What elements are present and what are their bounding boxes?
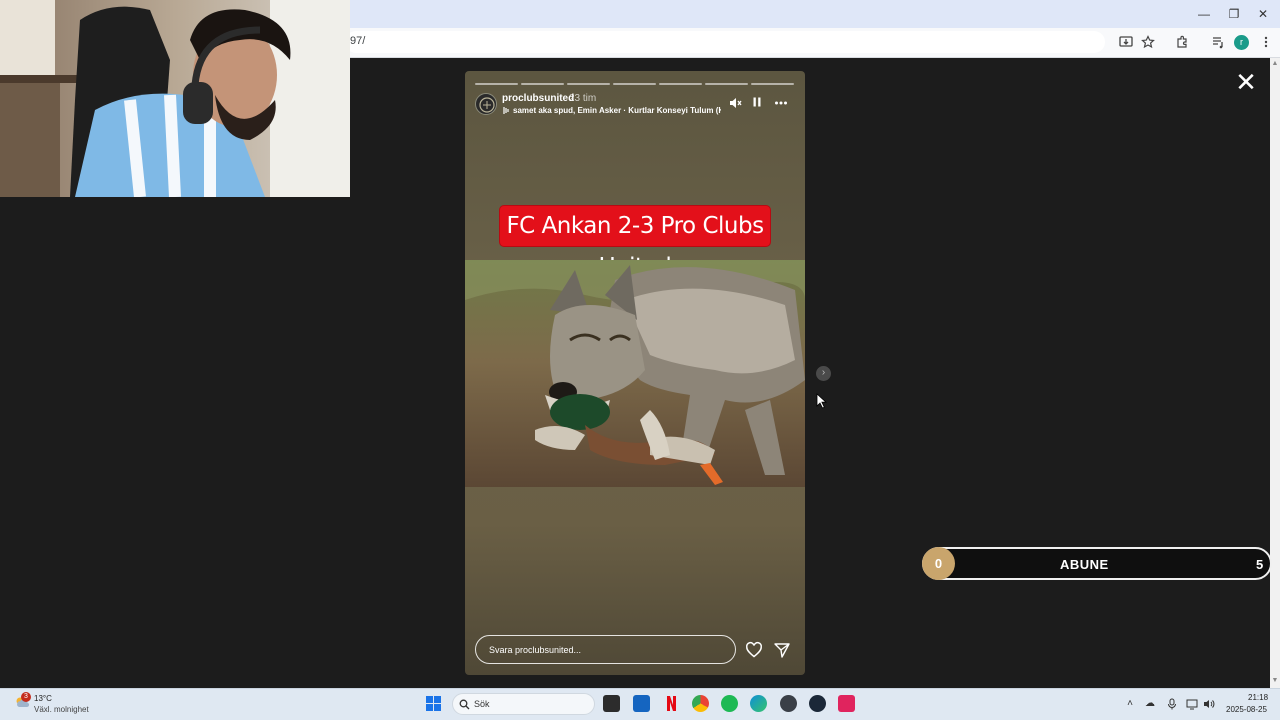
weather-description[interactable]: Växl. molnighet [34,705,89,714]
install-app-icon[interactable] [1118,35,1134,51]
search-icon [459,699,470,710]
windows-start-icon[interactable] [425,695,442,712]
edge-icon[interactable] [750,695,767,712]
subscriber-goal-start: 0 [922,547,955,580]
story-username[interactable]: proclubsunited [502,93,574,104]
wolf-duck-image [465,260,805,487]
maximize-button[interactable]: ❐ [1226,6,1242,22]
close-story-button[interactable]: ✕ [1234,69,1258,95]
story-progress-segment [659,83,702,85]
browser-menu-icon[interactable] [1258,35,1274,51]
story-progress-segment [705,83,748,85]
spotify-icon[interactable] [721,695,738,712]
next-story-arrow-icon[interactable]: › [816,366,831,381]
volume-icon[interactable] [1203,698,1215,710]
address-bar[interactable] [345,31,1105,53]
tray-expand-icon[interactable]: ˄ [1124,698,1136,710]
story-progress-segment [613,83,656,85]
story-music-label[interactable]: samet aka spud, Emin Asker · Kurtlar Kon… [513,106,721,115]
minimize-button[interactable]: — [1196,6,1212,22]
user-avatar[interactable] [475,93,497,115]
task-view-icon[interactable] [603,695,620,712]
weather-alert-badge: 3 [21,692,31,702]
story-card[interactable]: proclubsunited 23 tim samet aka spud, Em… [465,71,805,675]
store-icon[interactable] [633,695,650,712]
pause-icon[interactable] [749,96,765,112]
clock-date[interactable]: 2025-08-25 [1226,705,1267,714]
onedrive-cloud-icon[interactable]: ☁ [1144,698,1156,710]
scroll-up-arrow-icon[interactable]: ▲ [1270,60,1280,70]
score-banner: FC Ankan 2-3 Pro Clubs United [499,205,771,280]
mouse-cursor-icon [816,393,828,414]
taskbar-search-placeholder: Sök [474,699,490,709]
story-progress-segment [521,83,564,85]
streaming-app-icon[interactable] [838,695,855,712]
network-icon[interactable] [1186,698,1198,710]
scroll-down-arrow-icon[interactable]: ▼ [1270,677,1280,687]
story-time-ago: 23 tim [569,93,597,104]
story-progress-segment [475,83,518,85]
extensions-icon[interactable] [1174,35,1190,51]
more-options-icon[interactable] [773,96,789,112]
send-share-icon[interactable] [773,641,791,659]
profile-avatar[interactable]: r [1234,35,1249,50]
page-scrollbar[interactable] [1270,58,1280,688]
bookmark-star-icon[interactable] [1140,35,1156,51]
media-controls-icon[interactable] [1210,35,1226,51]
mute-icon[interactable] [727,96,743,112]
music-note-icon [502,106,511,117]
chrome-icon[interactable] [692,695,709,712]
close-window-button[interactable]: ✕ [1255,6,1271,22]
weather-temperature[interactable]: 13°C [34,694,52,703]
subscriber-goal-label: ABUNE [1060,557,1109,572]
obs-icon[interactable] [780,695,797,712]
story-progress-segment [567,83,610,85]
reply-input-placeholder: Svara proclubsunited... [489,645,582,655]
heart-like-icon[interactable] [745,641,763,659]
microphone-icon[interactable] [1166,698,1178,710]
clock-time[interactable]: 21:18 [1248,693,1268,702]
steam-icon[interactable] [809,695,826,712]
address-bar-text: 97/ [350,35,366,47]
netflix-icon[interactable] [663,695,680,712]
subscriber-goal-target: 5 [1256,557,1264,572]
story-progress-segment [751,83,794,85]
webcam-overlay [0,0,350,197]
